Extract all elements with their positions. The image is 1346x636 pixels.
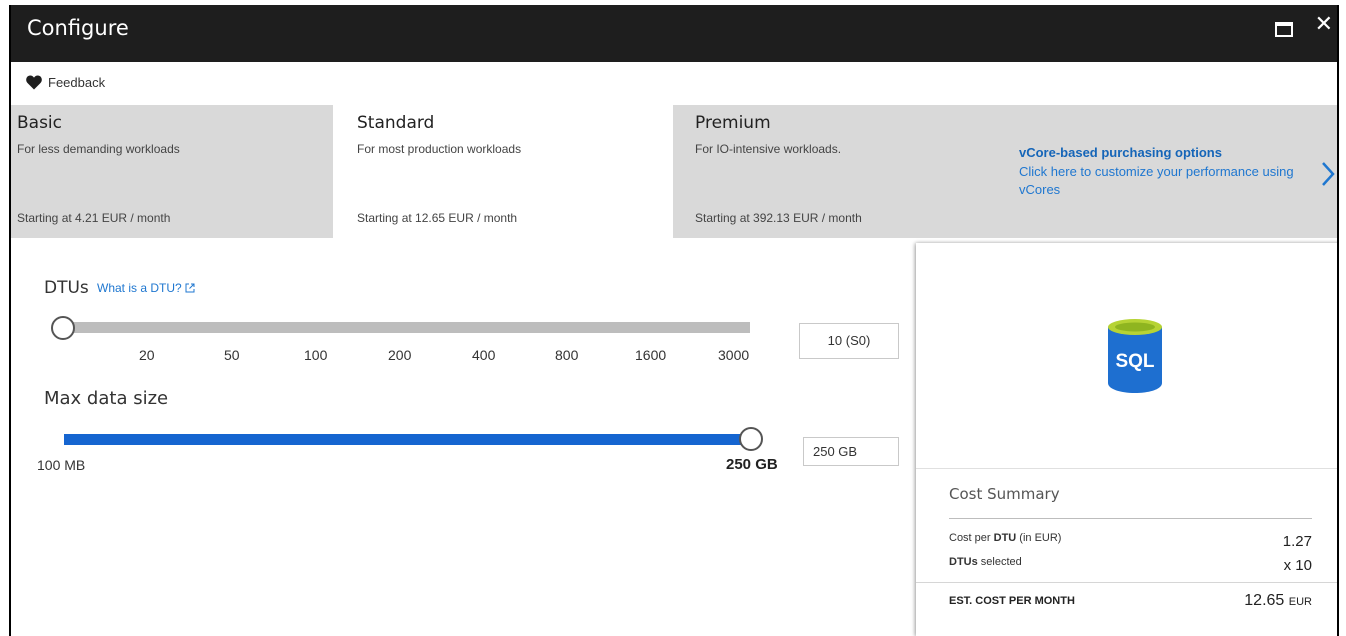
dtu-tick-label: 3000 <box>718 347 750 363</box>
dtu-label: DTUs <box>44 278 89 298</box>
cost-per-dtu-prefix: Cost per <box>949 532 994 544</box>
tier-description: For less demanding workloads <box>17 142 180 156</box>
dtus-selected-value: x 10 <box>1283 557 1312 574</box>
est-cost-value: 12.65 EUR <box>1244 592 1312 610</box>
feedback-label: Feedback <box>48 75 106 90</box>
configure-blade: Configure ✕ Feedback Basic For less dema… <box>9 5 1339 636</box>
dtu-tick-label: 800 <box>555 347 579 363</box>
tier-description: For most production workloads <box>357 142 522 156</box>
max-size-slider-track[interactable] <box>64 434 754 445</box>
tier-price: Starting at 12.65 EUR / month <box>357 211 518 225</box>
what-is-dtu-label: What is a DTU? <box>97 281 182 295</box>
dtu-slider-track[interactable] <box>59 322 750 333</box>
tier-price: Starting at 392.13 EUR / month <box>695 211 862 225</box>
est-cost-label: EST. COST PER MONTH <box>949 595 1075 607</box>
max-size-max-label: 250 GB <box>726 456 778 473</box>
what-is-dtu-link[interactable]: What is a DTU? <box>97 281 195 295</box>
command-bar: Feedback <box>11 62 1337 105</box>
dtu-value-input[interactable]: 10 (S0) <box>799 323 899 359</box>
divider <box>916 582 1337 583</box>
est-cost-currency: EUR <box>1288 596 1312 608</box>
heart-icon <box>26 75 42 90</box>
est-cost-amount: 12.65 <box>1244 592 1285 609</box>
vcore-options-link[interactable]: vCore-based purchasing options Click her… <box>1019 145 1319 199</box>
max-size-value-input[interactable]: 250 GB <box>803 437 899 466</box>
blade-title: Configure <box>27 16 129 40</box>
dtu-tick-label: 1600 <box>635 347 667 363</box>
tier-name: Premium <box>695 113 771 133</box>
tier-name: Standard <box>357 113 435 133</box>
dtu-tick-label: 200 <box>388 347 412 363</box>
dtus-selected-suffix: selected <box>977 556 1022 568</box>
tier-premium[interactable]: Premium For IO-intensive workloads. Star… <box>673 105 973 238</box>
max-data-size-label: Max data size <box>44 388 169 409</box>
max-size-slider-thumb[interactable] <box>739 427 763 451</box>
chevron-right-icon[interactable] <box>1321 161 1335 187</box>
sql-icon-text: SQL <box>1115 351 1154 372</box>
configuration-area: DTUs What is a DTU? 20 50 100 200 400 80… <box>11 238 916 636</box>
external-link-icon <box>185 283 195 293</box>
cost-summary-title: Cost Summary <box>949 485 1060 503</box>
dtu-tick-label: 20 <box>139 347 155 363</box>
dtu-tick-label: 400 <box>472 347 496 363</box>
cost-per-dtu-suffix: (in EUR) <box>1016 532 1062 544</box>
cost-per-dtu-value: 1.27 <box>1282 533 1312 550</box>
dtus-selected-bold: DTUs <box>949 556 978 568</box>
divider <box>949 518 1312 519</box>
pricing-tier-tabs: Basic For less demanding workloads Start… <box>11 105 1337 238</box>
tier-name: Basic <box>17 113 63 133</box>
vcore-title: vCore-based purchasing options <box>1019 145 1222 160</box>
cost-per-dtu-label: Cost per DTU (in EUR) <box>949 532 1061 544</box>
dtu-tick-label: 100 <box>304 347 328 363</box>
dtu-slider-thumb[interactable] <box>51 316 75 340</box>
max-size-min-label: 100 MB <box>37 457 86 473</box>
sql-database-icon: SQL <box>1108 319 1162 393</box>
cost-per-dtu-bold: DTU <box>993 532 1017 544</box>
maximize-icon[interactable] <box>1275 22 1293 37</box>
divider <box>916 468 1337 469</box>
title-bar: Configure ✕ <box>11 5 1337 62</box>
dtu-tick-label: 50 <box>224 347 240 363</box>
tier-basic[interactable]: Basic For less demanding workloads Start… <box>11 105 333 238</box>
dtus-selected-label: DTUs selected <box>949 556 1022 568</box>
cost-summary-panel: SQL Cost Summary Cost per DTU (in EUR) 1… <box>916 243 1337 636</box>
tier-price: Starting at 4.21 EUR / month <box>17 211 171 225</box>
tier-description: For IO-intensive workloads. <box>695 142 842 156</box>
feedback-button[interactable]: Feedback <box>26 75 105 90</box>
tier-standard[interactable]: Standard For most production workloads S… <box>333 105 673 238</box>
close-icon[interactable]: ✕ <box>1315 14 1333 36</box>
vcore-text: Click here to customize your performance… <box>1019 164 1294 197</box>
